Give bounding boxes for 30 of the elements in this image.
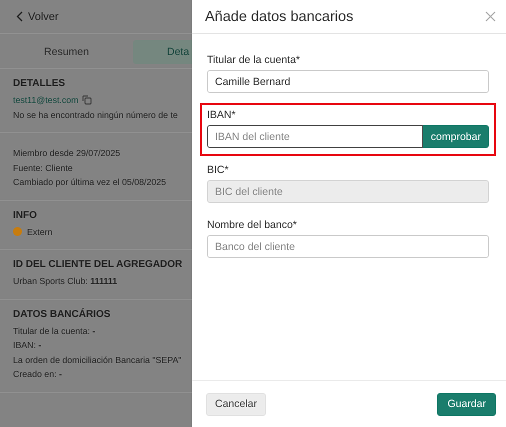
copy-icon[interactable] [82, 95, 92, 106]
detail-text: Miembro desde 29/07/2025 [13, 147, 120, 160]
dialog-title: Añade datos bancarios [205, 8, 354, 24]
section-heading: DETALLES [13, 78, 66, 89]
section-heading: DATOS BANCÁRIOS [13, 308, 112, 320]
back-link[interactable]: Volver [16, 10, 59, 22]
status-text: Extern [27, 226, 52, 238]
detail-text: Cambiado por última vez el 05/08/2025 [13, 176, 166, 189]
detail-text: Urban Sports Club: 111111 [13, 275, 118, 288]
field-label: Titular de la cuenta* [207, 54, 301, 66]
detail-text: Creado en: - [13, 368, 62, 381]
field-label: Nombre del banco* [207, 219, 298, 231]
cancel-button[interactable]: Cancelar [206, 392, 266, 416]
detail-text: IBAN: - [13, 339, 42, 352]
input-field[interactable]: Camille Bernard [207, 70, 489, 93]
input-field[interactable]: IBAN del cliente [207, 125, 423, 148]
detail-text: No se ha encontrado ningún número de te [13, 108, 178, 122]
field-label: IBAN* [207, 109, 237, 121]
detail-text: Titular de la cuenta: - [13, 324, 96, 338]
section-heading: INFO [13, 210, 38, 220]
chevron-left-icon [16, 11, 23, 22]
close-icon[interactable] [485, 11, 496, 22]
tab[interactable]: Deta [133, 40, 192, 64]
check-button[interactable]: comprobar [422, 125, 489, 148]
detail-text: La orden de domiciliación Bancaria "SEPA" [13, 354, 182, 366]
field-label: BIC* [207, 164, 230, 176]
email-link[interactable]: test11@test.com [13, 93, 78, 108]
detail-text: Fuente: Cliente [13, 162, 73, 174]
tab[interactable]: Resumen [0, 40, 133, 64]
save-button[interactable]: Guardar [437, 392, 496, 416]
